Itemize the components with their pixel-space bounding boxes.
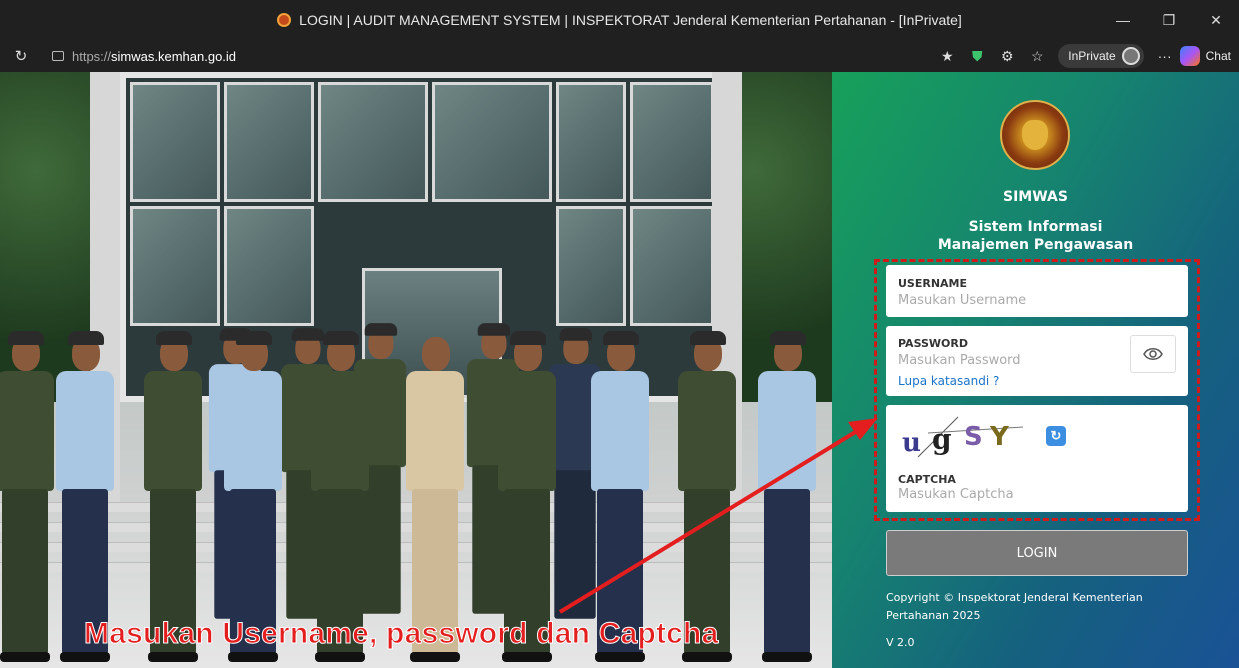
copilot-chat-button[interactable]: Chat: [1179, 46, 1231, 66]
address-bar: ↻ https:// simwas.kemhan.go.id ★ ⛊ ⚙ ☆ I…: [0, 40, 1239, 72]
minimize-button[interactable]: —: [1100, 0, 1146, 40]
annotation-caption: Masukan Username, password dan Captcha: [83, 617, 719, 651]
favorite-star-icon[interactable]: ★: [932, 48, 962, 65]
copilot-icon: [1179, 46, 1200, 66]
extensions-icon[interactable]: ⚙: [992, 48, 1022, 65]
browser-title: LOGIN | AUDIT MANAGEMENT SYSTEM | INSPEK…: [299, 12, 962, 28]
lock-icon: [52, 51, 64, 61]
inprivate-label: InPrivate: [1068, 49, 1116, 63]
more-menu-icon[interactable]: ···: [1150, 48, 1180, 64]
chat-label: Chat: [1205, 49, 1231, 63]
restore-button[interactable]: ❐: [1146, 0, 1192, 40]
shield-icon[interactable]: ⛊: [962, 48, 992, 65]
toolbar-icons: ★ ⛊ ⚙ ☆ InPrivate ··· Chat: [932, 40, 1239, 72]
url-host: simwas.kemhan.go.id: [111, 48, 237, 64]
browser-title-bar: LOGIN | AUDIT MANAGEMENT SYSTEM | INSPEK…: [0, 0, 1239, 40]
close-window-button[interactable]: ✕: [1193, 0, 1239, 40]
favorites-list-icon[interactable]: ☆: [1022, 48, 1052, 65]
reload-icon[interactable]: ↻: [10, 47, 32, 65]
site-favicon-icon: [277, 13, 292, 27]
inprivate-badge[interactable]: InPrivate: [1058, 44, 1144, 68]
page-viewport: SIMWAS Sistem Informasi Manajemen Pengaw…: [0, 72, 1239, 668]
annotation-arrow-icon: [558, 418, 878, 614]
url-scheme: https://: [72, 48, 112, 64]
profile-avatar: [1121, 47, 1140, 65]
url-field[interactable]: https:// simwas.kemhan.go.id: [42, 43, 942, 69]
